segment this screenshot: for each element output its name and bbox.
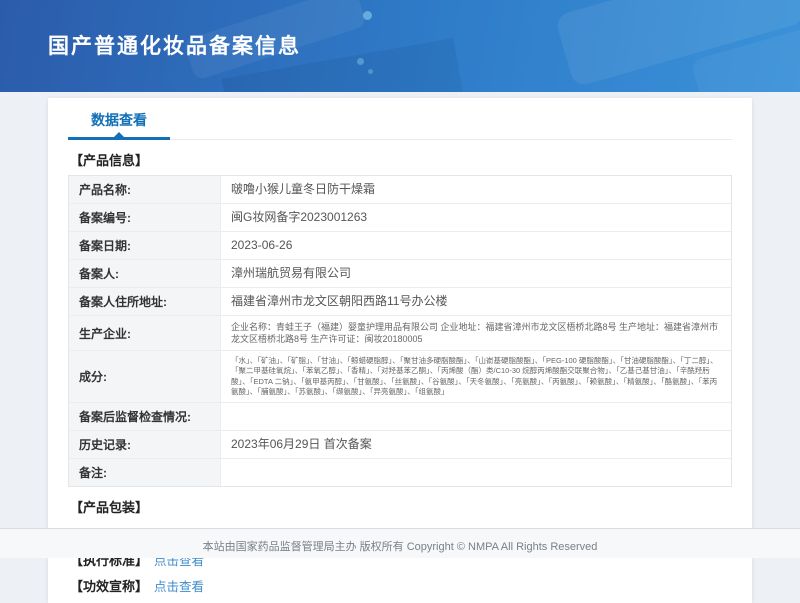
table-row: 备注: bbox=[69, 459, 731, 486]
tab-active-underline bbox=[68, 137, 170, 140]
info-table: 产品名称: 啵噜小猴儿童冬日防干燥霜 备案编号: 闽G妆网备字202300126… bbox=[68, 175, 732, 487]
row-value-ingredients: 「水」、「矿油」、「矿脂」、「甘油」、「鲸蜡硬脂醇」、「聚甘油多硬脂酸酯」、「山… bbox=[221, 351, 731, 402]
tab-active-arrow-icon bbox=[114, 132, 124, 137]
section-efficacy: 【功效宣称】 bbox=[70, 576, 148, 595]
row-value-remarks bbox=[221, 459, 731, 486]
table-row: 备案人住所地址: 福建省漳州市龙文区朝阳西路11号办公楼 bbox=[69, 288, 731, 316]
table-row: 历史记录: 2023年06月29日 首次备案 bbox=[69, 431, 731, 459]
tab-data-view-label: 数据查看 bbox=[91, 112, 147, 128]
row-label-history: 历史记录: bbox=[69, 431, 221, 458]
row-label-filing-number: 备案编号: bbox=[69, 204, 221, 231]
table-row: 生产企业: 企业名称：青蛙王子（福建）婴童护理用品有限公司 企业地址：福建省漳州… bbox=[69, 316, 731, 351]
table-row: 备案人: 漳州瑞航贸易有限公司 bbox=[69, 260, 731, 288]
section-packaging: 【产品包装】 bbox=[70, 497, 732, 516]
page-title: 国产普通化妆品备案信息 bbox=[48, 30, 301, 60]
page-footer: 本站由国家药品监督管理局主办 版权所有 Copyright © NMPA All… bbox=[0, 528, 800, 558]
header-decor-band bbox=[690, 22, 800, 92]
row-value-history: 2023年06月29日 首次备案 bbox=[221, 431, 731, 458]
page: 国产普通化妆品备案信息 数据查看 【产品信息】 产品名称: 啵噜小猴儿童冬日防干… bbox=[0, 0, 800, 558]
header-decor-dot bbox=[363, 11, 372, 20]
row-value-filer: 漳州瑞航贸易有限公司 bbox=[221, 260, 731, 287]
row-label-manufacturer: 生产企业: bbox=[69, 316, 221, 350]
row-value-filer-address: 福建省漳州市龙文区朝阳西路11号办公楼 bbox=[221, 288, 731, 315]
table-row: 备案日期: 2023-06-26 bbox=[69, 232, 731, 260]
header-decor-dot bbox=[357, 58, 364, 65]
tab-data-view[interactable]: 数据查看 bbox=[68, 110, 170, 139]
efficacy-view-link[interactable]: 点击查看 bbox=[154, 576, 204, 595]
row-label-product-name: 产品名称: bbox=[69, 176, 221, 203]
row-label-supervision: 备案后监督检查情况: bbox=[69, 403, 221, 430]
header-decor-band bbox=[554, 0, 800, 88]
row-value-manufacturer: 企业名称：青蛙王子（福建）婴童护理用品有限公司 企业地址：福建省漳州市龙文区梧桥… bbox=[221, 316, 731, 350]
section-product-info: 【产品信息】 bbox=[70, 150, 732, 169]
table-row: 备案编号: 闽G妆网备字2023001263 bbox=[69, 204, 731, 232]
row-label-remarks: 备注: bbox=[69, 459, 221, 486]
row-label-ingredients: 成分: bbox=[69, 351, 221, 402]
table-row: 成分: 「水」、「矿油」、「矿脂」、「甘油」、「鲸蜡硬脂醇」、「聚甘油多硬脂酸酯… bbox=[69, 351, 731, 403]
row-value-supervision bbox=[221, 403, 731, 430]
efficacy-row: 【功效宣称】 点击查看 bbox=[70, 576, 732, 595]
tab-bar: 数据查看 bbox=[68, 98, 732, 140]
header-decor-dot bbox=[368, 69, 373, 74]
row-label-filer-address: 备案人住所地址: bbox=[69, 288, 221, 315]
table-row: 备案后监督检查情况: bbox=[69, 403, 731, 431]
page-header: 国产普通化妆品备案信息 bbox=[0, 0, 800, 92]
row-value-product-name: 啵噜小猴儿童冬日防干燥霜 bbox=[221, 176, 731, 203]
row-label-filer: 备案人: bbox=[69, 260, 221, 287]
row-value-filing-number: 闽G妆网备字2023001263 bbox=[221, 204, 731, 231]
row-value-filing-date: 2023-06-26 bbox=[221, 232, 731, 259]
copyright-text: 本站由国家药品监督管理局主办 版权所有 Copyright © NMPA All… bbox=[203, 541, 598, 553]
table-row: 产品名称: 啵噜小猴儿童冬日防干燥霜 bbox=[69, 176, 731, 204]
row-label-filing-date: 备案日期: bbox=[69, 232, 221, 259]
